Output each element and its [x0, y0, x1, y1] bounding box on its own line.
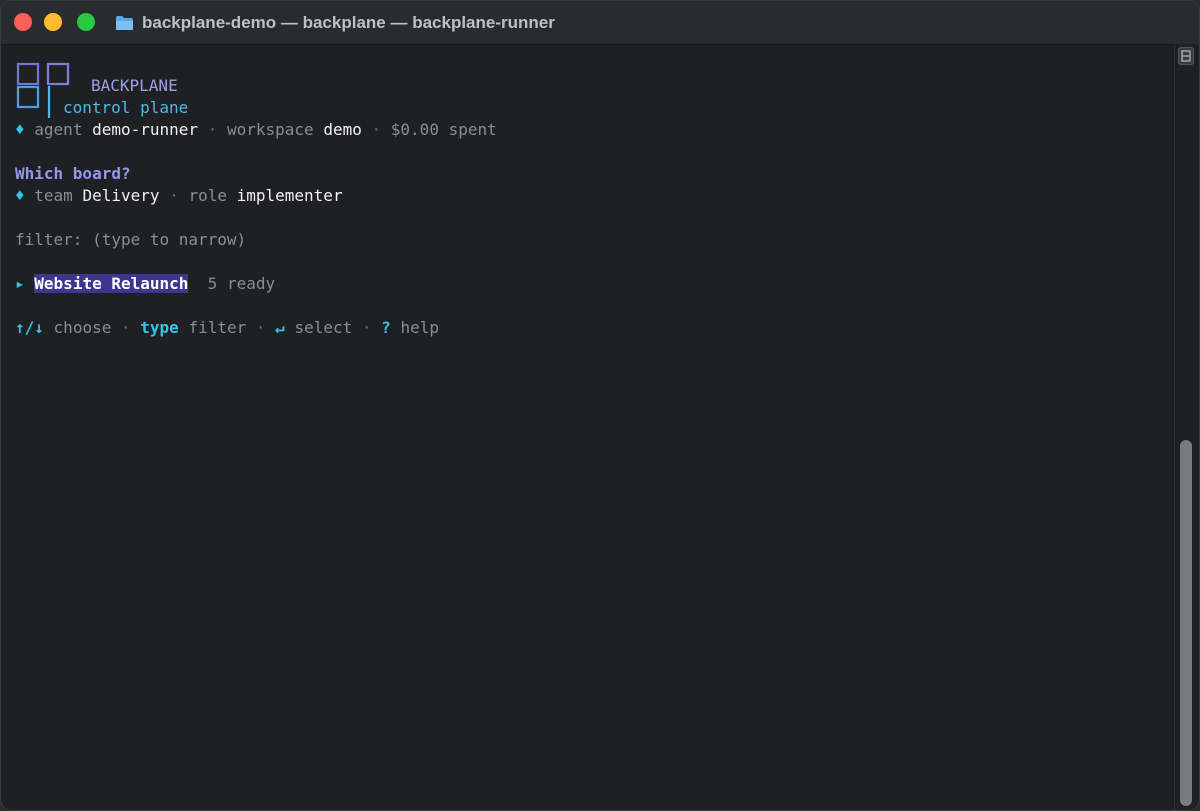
type-key-hint: type: [140, 318, 179, 337]
diamond-icon: ♦: [15, 186, 25, 205]
help-hint: help: [400, 318, 439, 337]
spent-amount: $0.00 spent: [390, 120, 497, 139]
window-title: backplane-demo — backplane — backplane-r…: [115, 12, 555, 34]
scroll-thumb[interactable]: [1180, 440, 1192, 806]
board-name[interactable]: Website Relaunch: [34, 274, 189, 293]
enter-key-hint: ↵: [275, 318, 285, 337]
separator: ·: [255, 318, 266, 337]
zoom-button[interactable]: [77, 13, 95, 31]
team-value: Delivery: [82, 186, 160, 205]
role-value: implementer: [236, 186, 343, 205]
diamond-icon: ♦: [15, 120, 25, 139]
brand-subtitle: control plane: [63, 98, 189, 117]
minimize-button[interactable]: [44, 13, 62, 31]
team-label: team: [34, 186, 73, 205]
select-hint: select: [294, 318, 353, 337]
separator: ·: [169, 186, 179, 205]
context-line: ♦ team Delivery · role implementer: [15, 185, 343, 207]
separator: ·: [361, 318, 372, 337]
prompt-question: Which board?: [15, 164, 131, 183]
scrollbar[interactable]: [1174, 44, 1199, 810]
arrows-key-hint: ↑/↓: [15, 318, 44, 337]
split-pane-button[interactable]: [1178, 47, 1194, 65]
role-label: role: [188, 186, 227, 205]
close-button[interactable]: [14, 13, 32, 31]
filter-input[interactable]: filter: (type to narrow): [15, 229, 246, 251]
help-key-hint: ?: [381, 318, 391, 337]
separator: ·: [371, 120, 382, 139]
agent-value: demo-runner: [92, 120, 199, 139]
board-count: 5 ready: [207, 274, 276, 293]
folder-icon: [116, 16, 133, 30]
agent-label: agent: [34, 120, 83, 139]
key-hints: ↑/↓ choose · type filter · ↵ select · ? …: [15, 317, 439, 339]
workspace-label: workspace: [226, 120, 314, 139]
title-bar[interactable]: backplane-demo — backplane — backplane-r…: [1, 1, 1199, 45]
choose-hint: choose: [53, 318, 112, 337]
separator: ·: [207, 120, 218, 139]
separator: ·: [120, 318, 131, 337]
filter-hint: filter: [188, 318, 247, 337]
list-item[interactable]: ▸ Website Relaunch 5 ready: [15, 273, 275, 295]
terminal-window: backplane-demo — backplane — backplane-r…: [0, 0, 1200, 811]
pointer-icon: ▸: [15, 274, 25, 293]
status-line: ♦ agent demo-runner · workspace demo · $…: [15, 119, 497, 141]
split-icon: [1181, 50, 1191, 62]
workspace-value: demo: [323, 120, 362, 139]
brand-name: BACKPLANE: [91, 76, 178, 95]
window-title-text: backplane-demo — backplane — backplane-r…: [142, 13, 555, 32]
